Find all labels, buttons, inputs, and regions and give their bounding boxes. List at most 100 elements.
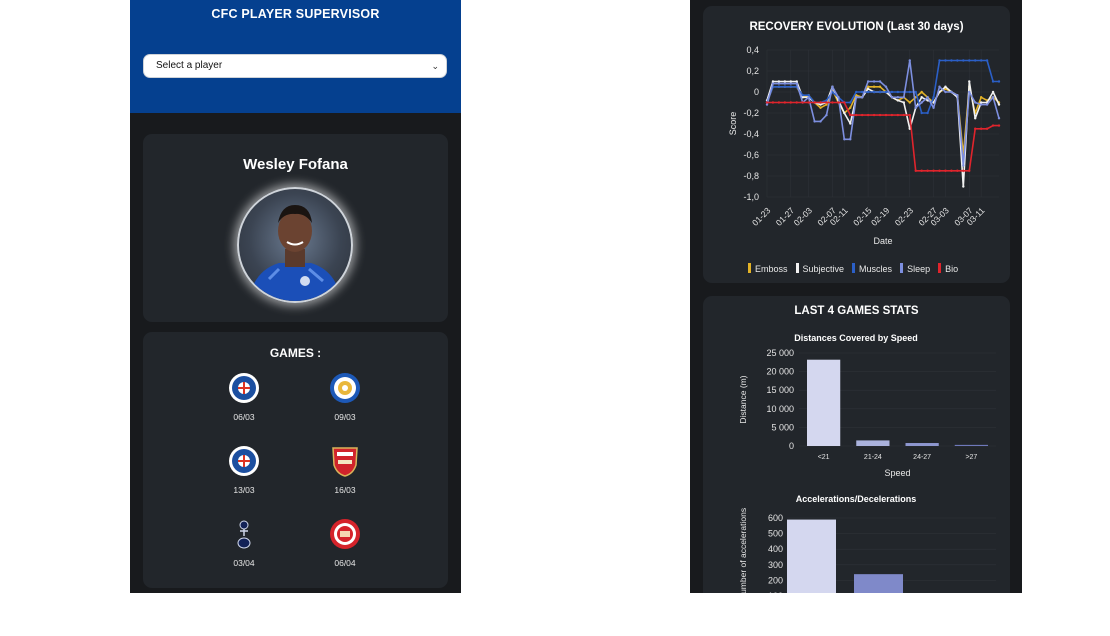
data-point [878,80,882,83]
game-item[interactable]: 03/04 [214,518,274,568]
data-point [855,96,858,99]
brentford-crest-icon [329,518,361,550]
data-point [920,111,923,115]
legend-item[interactable]: Sleep [900,263,930,274]
x-tick-label: <21 [818,454,830,461]
legend-label: Bio [945,264,959,274]
data-point [962,59,965,62]
x-tick-label: 01-27 [774,205,797,228]
y-tick-label: 0,4 [746,45,759,55]
data-point [914,90,917,94]
data-point [932,169,935,172]
game-item[interactable]: 13/03 [214,445,274,495]
data-point [878,113,882,117]
games-stats-card: LAST 4 GAMES STATS Distances Covered by … [703,296,1010,593]
data-point [920,101,923,104]
data-point [783,85,787,88]
y-tick-label: 100 [768,591,783,593]
data-point [884,90,888,94]
game-date: 16/03 [334,485,356,495]
game-item[interactable]: 09/03 [315,372,375,422]
data-point [979,96,983,99]
legend-item[interactable]: Emboss [748,263,788,274]
player-card: Wesley Fofana [143,134,448,322]
x-tick-label: 01-23 [750,205,773,228]
data-point [890,96,894,99]
data-point [777,82,781,85]
data-point [813,120,816,123]
legend-item[interactable]: Subjective [795,263,844,274]
game-date: 06/03 [233,412,255,422]
data-point [979,127,983,130]
data-point [944,85,947,88]
y-tick-label: 300 [768,560,783,570]
data-point [777,101,781,104]
game-date: 03/04 [233,558,255,568]
data-point [997,124,1001,127]
x-axis-label: Date [873,236,892,246]
data-point [783,80,787,83]
stats-panel: RECOVERY EVOLUTION (Last 30 days) 0,4 0,2… [690,0,1022,593]
data-point [974,117,977,120]
data-point [837,101,840,104]
data-point [991,90,995,94]
game-item[interactable]: 06/04 [315,518,375,568]
data-point [765,101,769,104]
recovery-line-chart: 0,40,20-0,2-0,4-0,6-0,8-1,001-23 01-2702-… [728,45,1001,246]
game-item[interactable]: 16/03 [315,445,375,495]
data-point [884,85,888,88]
data-point [765,103,769,106]
data-point [872,113,876,117]
data-point [985,59,989,62]
accel-bar-chart: Accelerations/Decelerations 600 500 400 300 2… [738,494,996,593]
data-point [795,80,798,83]
x-tick-label: 02-03 [792,205,815,228]
x-tick-label: 02-15 [851,205,874,228]
data-point [902,96,906,99]
data-point [902,113,906,117]
legend-item[interactable]: Muscles [852,263,892,274]
data-point [896,99,900,102]
data-point [896,90,900,94]
data-point [789,80,792,83]
legend-label: Sleep [907,264,931,274]
data-point [825,113,828,117]
data-point [795,101,798,104]
game-date: 06/04 [334,558,356,568]
bar [854,574,903,593]
bar [807,359,841,446]
page: { "app": { "title": "CFC PLAYER SUPERVIS… [0,0,1110,636]
legend-item[interactable]: Bio [938,263,958,274]
data-point [819,120,822,123]
y-axis-label: Distance (m) [738,375,748,423]
data-point [956,59,959,62]
data-point [991,96,995,99]
games-title: GAMES : [269,346,322,360]
data-point [855,90,858,94]
fc-copenhagen-crest-icon [228,445,260,477]
x-tick-label: 24-27 [913,454,931,461]
x-axis-label: Speed [884,468,910,478]
player-select[interactable]: Select a player ⌄ [143,54,447,78]
app-title: CFC PLAYER SUPERVISOR [211,7,380,21]
data-point [807,93,810,97]
data-point [908,59,911,62]
data-point [950,169,953,172]
data-point [825,99,828,102]
fc-copenhagen-crest-icon [228,372,260,404]
chart-title: Accelerations/Decelerations [796,494,917,504]
data-point [831,85,834,88]
data-point [914,106,917,109]
data-point [968,169,971,172]
data-point [908,101,911,104]
y-tick-label: 10 000 [766,404,794,414]
data-point [843,101,846,104]
bar [856,440,890,446]
header-bar: CFC PLAYER SUPERVISOR Select a player ⌄ [130,0,461,113]
data-point [843,138,846,141]
data-point [974,127,977,130]
game-item[interactable]: 06/03 [214,372,274,422]
player-select-placeholder: Select a player [156,60,223,71]
arsenal-crest-icon [329,445,361,477]
data-point [932,96,935,99]
